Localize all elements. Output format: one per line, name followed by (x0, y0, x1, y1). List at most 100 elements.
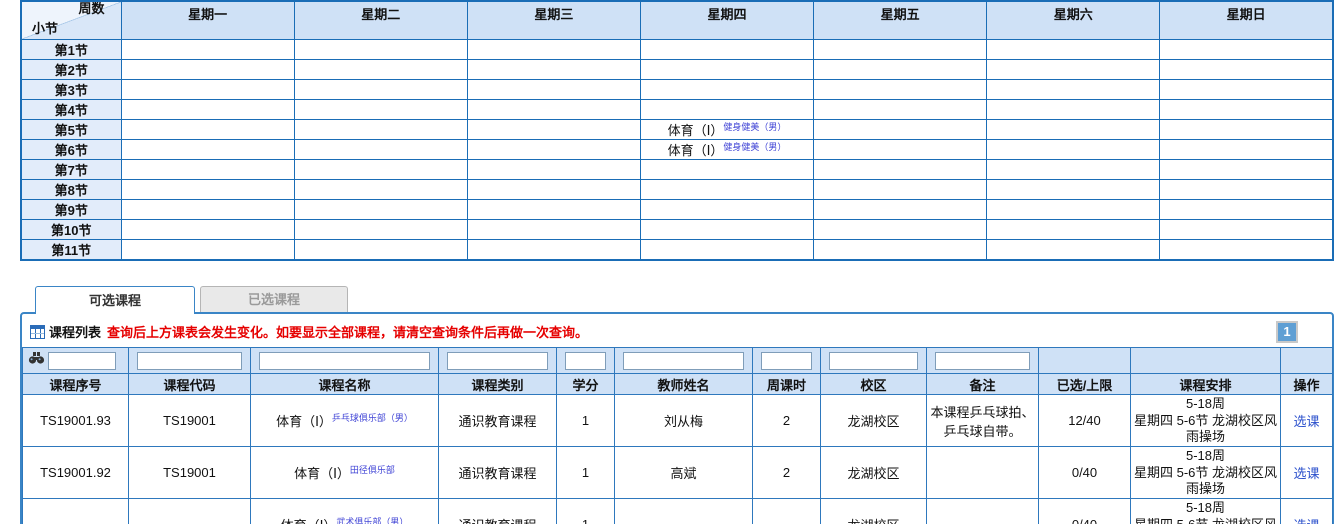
filter-input-name[interactable] (259, 352, 430, 370)
timetable-cell (1160, 160, 1333, 180)
corner-label-period: 小节 (32, 18, 58, 37)
timetable-cell (294, 180, 467, 200)
course-tag-link[interactable]: 田径俱乐部 (350, 465, 395, 475)
timetable-cell (467, 79, 640, 99)
timetable-cell (1160, 59, 1333, 79)
timetable-cell (640, 99, 813, 119)
course-name: 体育（Ⅰ）乒乓球俱乐部（男） (276, 414, 413, 429)
schedule-detail: 星期四 5-6节 龙湖校区风雨操场 (1133, 413, 1278, 446)
timetable-cell (121, 240, 294, 261)
corner-label-weeks: 周数 (78, 1, 104, 17)
cell-action: 选课 (1281, 447, 1333, 499)
page-number-badge[interactable]: 1 (1276, 321, 1298, 343)
scheduled-course: 体育（Ⅰ）健身健美（男） (668, 143, 787, 158)
timetable-cell (121, 180, 294, 200)
filter-cell-enrolled_limit (1039, 348, 1131, 374)
filter-input-teacher[interactable] (623, 352, 744, 370)
filter-input-weekly_hours[interactable] (761, 352, 812, 370)
timetable-cell (814, 59, 987, 79)
course-schedule: 5-18周星期四 5-6节 龙湖校区风雨操场 (1133, 500, 1278, 524)
select-course-link[interactable]: 选课 (1293, 518, 1319, 524)
select-course-link[interactable]: 选课 (1293, 414, 1319, 429)
filter-input-campus[interactable] (829, 352, 918, 370)
column-header-course_code: 课程代码 (129, 374, 251, 395)
course-list-header: 课程列表 查询后上方课表会发生变化。如要显示全部课程，请清空查询条件后再做一次查… (22, 314, 1332, 347)
timetable-cell (640, 180, 813, 200)
filter-input-credits[interactable] (565, 352, 606, 370)
filter-input-course_code[interactable] (137, 352, 242, 370)
filter-input-remark[interactable] (935, 352, 1030, 370)
column-header-name: 课程名称 (251, 374, 439, 395)
timetable-cell (1160, 119, 1333, 139)
timetable-cell (987, 240, 1160, 261)
select-course-link[interactable]: 选课 (1293, 466, 1319, 481)
course-tag-link[interactable]: 健身健美（男） (723, 142, 786, 152)
column-header-weekly_hours: 周课时 (753, 374, 821, 395)
timetable-row: 第11节 (21, 240, 1333, 261)
column-header-teacher: 教师姓名 (615, 374, 753, 395)
class-timetable: 周数 小节 星期一星期二星期三星期四星期五星期六星期日 第1节第2节第3节第4节… (20, 0, 1334, 261)
timetable-cell (294, 139, 467, 159)
cell-credits: 1 (557, 499, 615, 524)
cell-remark (927, 447, 1039, 499)
tab-bar: 可选课程 已选课程 (35, 285, 1334, 312)
page: 周数 小节 星期一星期二星期三星期四星期五星期六星期日 第1节第2节第3节第4节… (0, 0, 1337, 524)
day-header-1: 星期一 (121, 1, 294, 39)
filter-input-course_no[interactable] (48, 352, 116, 370)
timetable-header-row: 周数 小节 星期一星期二星期三星期四星期五星期六星期日 (21, 1, 1333, 39)
cell-credits: 1 (557, 447, 615, 499)
timetable-cell (294, 39, 467, 59)
course-tag-link[interactable]: 乒乓球俱乐部（男） (332, 413, 413, 423)
timetable-cell (121, 39, 294, 59)
timetable-cell (467, 240, 640, 261)
timetable-cell (987, 39, 1160, 59)
timetable-row: 第8节 (21, 180, 1333, 200)
course-tag-link[interactable]: 健身健美（男） (723, 122, 786, 132)
course-schedule: 5-18周星期四 5-6节 龙湖校区风雨操场 (1133, 448, 1278, 497)
day-header-6: 星期六 (987, 1, 1160, 39)
column-header-remark: 备注 (927, 374, 1039, 395)
cell-course_no (23, 499, 129, 524)
cell-weekly_hours: 2 (753, 447, 821, 499)
timetable-cell (294, 79, 467, 99)
cell-category: 通识教育课程 (439, 395, 557, 447)
column-header-schedule: 课程安排 (1131, 374, 1281, 395)
tab-available-courses[interactable]: 可选课程 (35, 286, 195, 314)
timetable-cell (294, 220, 467, 240)
course-tag-link[interactable]: 武术俱乐部（男） (336, 517, 408, 524)
timetable-cell (987, 160, 1160, 180)
filter-cell-remark (927, 348, 1039, 374)
cell-remark: 本课程乒乓球拍、乒乓球自带。 (927, 395, 1039, 447)
timetable-cell (121, 139, 294, 159)
timetable-row: 第5节 体育（Ⅰ）健身健美（男） (21, 119, 1333, 139)
timetable-cell (467, 200, 640, 220)
timetable-cell (987, 180, 1160, 200)
cell-schedule: 5-18周星期四 5-6节 龙湖校区风雨操场 (1131, 395, 1281, 447)
period-label: 第5节 (21, 119, 121, 139)
timetable-cell (467, 220, 640, 240)
timetable-cell (121, 59, 294, 79)
timetable-cell (814, 240, 987, 261)
timetable-cell (121, 200, 294, 220)
column-header-row: 课程序号课程代码课程名称课程类别学分教师姓名周课时校区备注已选/上限课程安排操作 (23, 374, 1333, 395)
course-table: 课程序号课程代码课程名称课程类别学分教师姓名周课时校区备注已选/上限课程安排操作… (22, 347, 1333, 524)
cell-category: 通识教育课程 (439, 447, 557, 499)
timetable-row: 第9节 (21, 200, 1333, 220)
timetable-cell (294, 59, 467, 79)
timetable-cell (1160, 99, 1333, 119)
binoculars-search-icon[interactable] (28, 351, 45, 370)
timetable-row: 第2节 (21, 59, 1333, 79)
timetable-cell: 体育（Ⅰ）健身健美（男） (640, 139, 813, 159)
cell-schedule: 5-18周星期四 5-6节 龙湖校区风雨操场 (1131, 499, 1281, 524)
column-header-course_no: 课程序号 (23, 374, 129, 395)
filter-cell-campus (821, 348, 927, 374)
cell-campus: 龙湖校区 (821, 395, 927, 447)
cell-action: 选课 (1281, 395, 1333, 447)
cell-campus: 龙湖校区 (821, 447, 927, 499)
filter-input-category[interactable] (447, 352, 548, 370)
cell-schedule: 5-18周星期四 5-6节 龙湖校区风雨操场 (1131, 447, 1281, 499)
filter-cell-credits (557, 348, 615, 374)
timetable-cell: 体育（Ⅰ）健身健美（男） (640, 119, 813, 139)
tab-selected-courses[interactable]: 已选课程 (200, 286, 348, 312)
cell-name: 体育（Ⅰ）武术俱乐部（男） (251, 499, 439, 524)
